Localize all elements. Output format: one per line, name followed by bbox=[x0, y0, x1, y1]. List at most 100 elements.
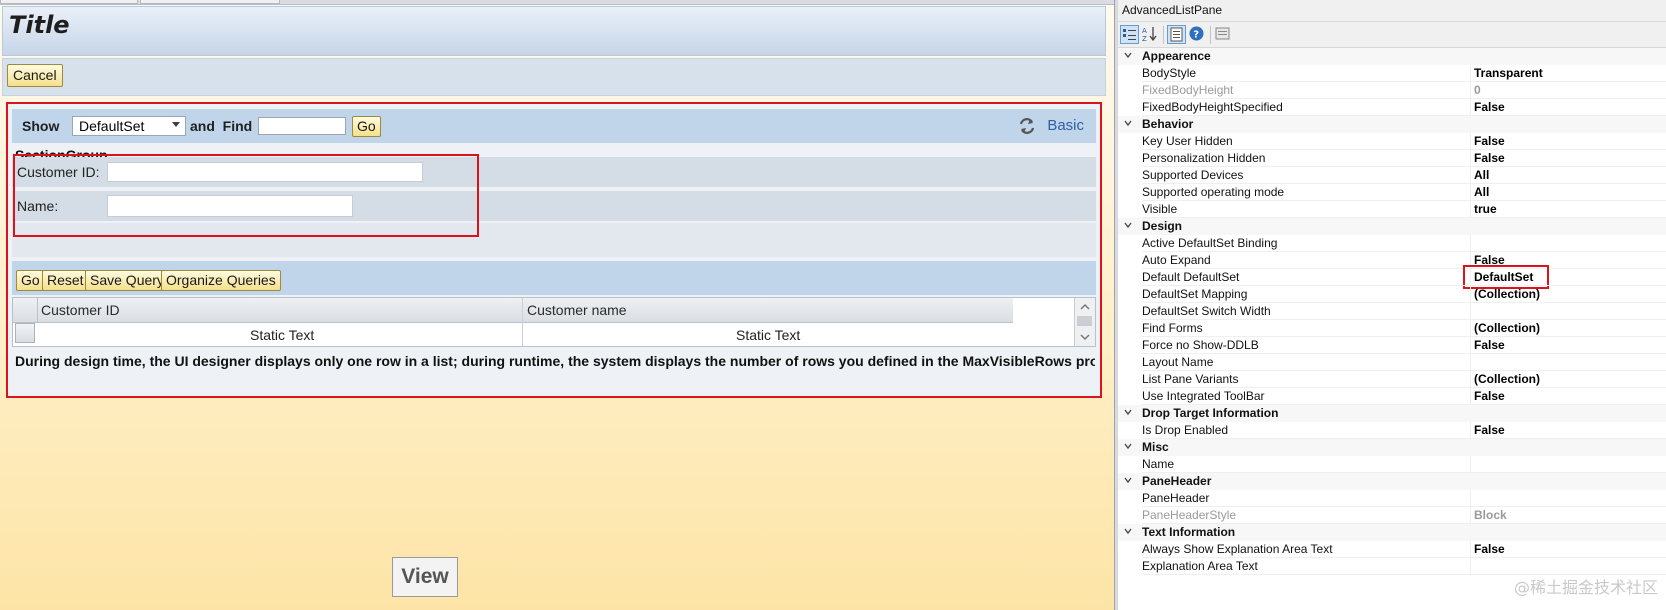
view-button[interactable]: View bbox=[392, 557, 458, 597]
selected-object-name: AdvancedListPane bbox=[1122, 3, 1223, 17]
collapse-chevron-icon[interactable] bbox=[1124, 51, 1132, 59]
property-category[interactable]: Misc bbox=[1118, 439, 1666, 456]
property-value[interactable]: true bbox=[1474, 202, 1497, 216]
property-row[interactable]: Supported Devices All bbox=[1118, 167, 1666, 184]
property-category-label: Design bbox=[1142, 219, 1183, 233]
property-category[interactable]: Design bbox=[1118, 218, 1666, 235]
property-row[interactable]: PaneHeader bbox=[1118, 490, 1666, 507]
property-value[interactable]: False bbox=[1474, 389, 1505, 403]
property-name: Auto Expand bbox=[1142, 253, 1211, 267]
property-divider bbox=[1470, 558, 1471, 575]
document-tab[interactable] bbox=[140, 0, 280, 4]
property-row[interactable]: Always Show Explanation Area Text False bbox=[1118, 541, 1666, 558]
property-value[interactable]: Transparent bbox=[1474, 66, 1543, 80]
property-category[interactable]: Text Information bbox=[1118, 524, 1666, 541]
document-tab-strip bbox=[0, 0, 1114, 5]
property-value[interactable]: False bbox=[1474, 134, 1505, 148]
property-divider bbox=[1470, 201, 1471, 218]
collapse-chevron-icon[interactable] bbox=[1124, 527, 1132, 535]
collapse-chevron-icon[interactable] bbox=[1124, 119, 1132, 127]
property-divider bbox=[1470, 320, 1471, 337]
property-category[interactable]: Drop Target Information bbox=[1118, 405, 1666, 422]
section-highlight bbox=[13, 154, 479, 237]
property-category-label: Behavior bbox=[1142, 117, 1194, 131]
property-name: PaneHeader bbox=[1142, 491, 1210, 505]
property-category[interactable]: Behavior bbox=[1118, 116, 1666, 133]
advanced-list-pane[interactable]: Show DefaultSet and Find Go Basic Sectio… bbox=[6, 102, 1102, 398]
property-row[interactable]: BodyStyle Transparent bbox=[1118, 65, 1666, 82]
property-value[interactable]: 0 bbox=[1474, 83, 1481, 97]
property-row[interactable]: DefaultSet Switch Width bbox=[1118, 303, 1666, 320]
svg-text:?: ? bbox=[1193, 30, 1199, 41]
property-row[interactable]: Force no Show-DDLB False bbox=[1118, 337, 1666, 354]
property-row[interactable]: Active DefaultSet Binding bbox=[1118, 235, 1666, 252]
property-row[interactable]: Explanation Area Text bbox=[1118, 558, 1666, 575]
property-category[interactable]: PaneHeader bbox=[1118, 473, 1666, 490]
property-name: Is Drop Enabled bbox=[1142, 423, 1229, 437]
property-value[interactable]: (Collection) bbox=[1474, 372, 1540, 386]
property-name: Supported operating mode bbox=[1142, 185, 1285, 199]
svg-text:Z: Z bbox=[1142, 35, 1147, 42]
property-value[interactable]: All bbox=[1474, 168, 1489, 182]
cancel-button[interactable]: Cancel bbox=[7, 64, 63, 87]
events-icon[interactable]: ? bbox=[1188, 25, 1207, 44]
properties-icon[interactable] bbox=[1167, 25, 1186, 44]
property-value[interactable]: False bbox=[1474, 423, 1505, 437]
properties-header: AdvancedListPane bbox=[1118, 0, 1666, 22]
property-row[interactable]: Key User Hidden False bbox=[1118, 133, 1666, 150]
property-row[interactable]: List Pane Variants (Collection) bbox=[1118, 371, 1666, 388]
property-name: DefaultSet Mapping bbox=[1142, 287, 1248, 301]
property-value[interactable]: False bbox=[1474, 151, 1505, 165]
property-name: Force no Show-DDLB bbox=[1142, 338, 1259, 352]
property-divider bbox=[1470, 82, 1471, 99]
property-value[interactable]: False bbox=[1474, 338, 1505, 352]
collapse-chevron-icon[interactable] bbox=[1124, 408, 1132, 416]
collapse-chevron-icon[interactable] bbox=[1124, 221, 1132, 229]
property-row[interactable]: FixedBodyHeight 0 bbox=[1118, 82, 1666, 99]
property-value[interactable]: False bbox=[1474, 542, 1505, 556]
property-divider bbox=[1470, 133, 1471, 150]
watermark: @稀土掘金技术社区 bbox=[1513, 578, 1658, 597]
property-value[interactable]: Block bbox=[1474, 508, 1507, 522]
property-row[interactable]: FixedBodyHeightSpecified False bbox=[1118, 99, 1666, 116]
categorized-icon[interactable] bbox=[1120, 25, 1139, 44]
collapse-chevron-icon[interactable] bbox=[1124, 442, 1132, 450]
property-pages-icon[interactable] bbox=[1214, 25, 1233, 44]
property-value[interactable]: (Collection) bbox=[1474, 287, 1540, 301]
property-name: Personalization Hidden bbox=[1142, 151, 1266, 165]
property-value[interactable]: All bbox=[1474, 185, 1489, 199]
property-row[interactable]: PaneHeaderStyle Block bbox=[1118, 507, 1666, 524]
document-tab[interactable] bbox=[0, 0, 138, 4]
property-divider bbox=[1470, 422, 1471, 439]
property-row[interactable]: Supported operating mode All bbox=[1118, 184, 1666, 201]
svg-text:A: A bbox=[1142, 27, 1147, 35]
property-row[interactable]: Layout Name bbox=[1118, 354, 1666, 371]
property-value[interactable]: (Collection) bbox=[1474, 321, 1540, 335]
property-divider bbox=[1470, 150, 1471, 167]
property-name: Always Show Explanation Area Text bbox=[1142, 542, 1333, 556]
property-name: Visible bbox=[1142, 202, 1178, 216]
property-name: Explanation Area Text bbox=[1142, 559, 1258, 573]
property-row[interactable]: Is Drop Enabled False bbox=[1118, 422, 1666, 439]
property-row[interactable]: DefaultSet Mapping (Collection) bbox=[1118, 286, 1666, 303]
property-category[interactable]: Appearence bbox=[1118, 48, 1666, 65]
property-row[interactable]: Default DefaultSet DefaultSet bbox=[1118, 265, 1666, 289]
property-name: Key User Hidden bbox=[1142, 134, 1233, 148]
property-divider bbox=[1470, 371, 1471, 388]
collapse-chevron-icon[interactable] bbox=[1124, 476, 1132, 484]
property-row[interactable]: Use Integrated ToolBar False bbox=[1118, 388, 1666, 405]
property-row[interactable]: Name bbox=[1118, 456, 1666, 473]
pane-highlight bbox=[6, 102, 1102, 398]
property-name: Default DefaultSet bbox=[1142, 270, 1240, 284]
property-divider bbox=[1470, 541, 1471, 558]
property-row[interactable]: Visible true bbox=[1118, 201, 1666, 218]
alphabetical-icon[interactable]: AZ bbox=[1141, 25, 1160, 44]
property-row[interactable]: Personalization Hidden False bbox=[1118, 150, 1666, 167]
property-name: Layout Name bbox=[1142, 355, 1214, 369]
property-name: Find Forms bbox=[1142, 321, 1203, 335]
property-value[interactable]: False bbox=[1474, 100, 1505, 114]
property-row[interactable]: Auto Expand False bbox=[1118, 252, 1666, 269]
property-row[interactable]: Find Forms (Collection) bbox=[1118, 320, 1666, 337]
property-name: Name bbox=[1142, 457, 1175, 471]
property-name: FixedBodyHeight bbox=[1142, 83, 1234, 97]
